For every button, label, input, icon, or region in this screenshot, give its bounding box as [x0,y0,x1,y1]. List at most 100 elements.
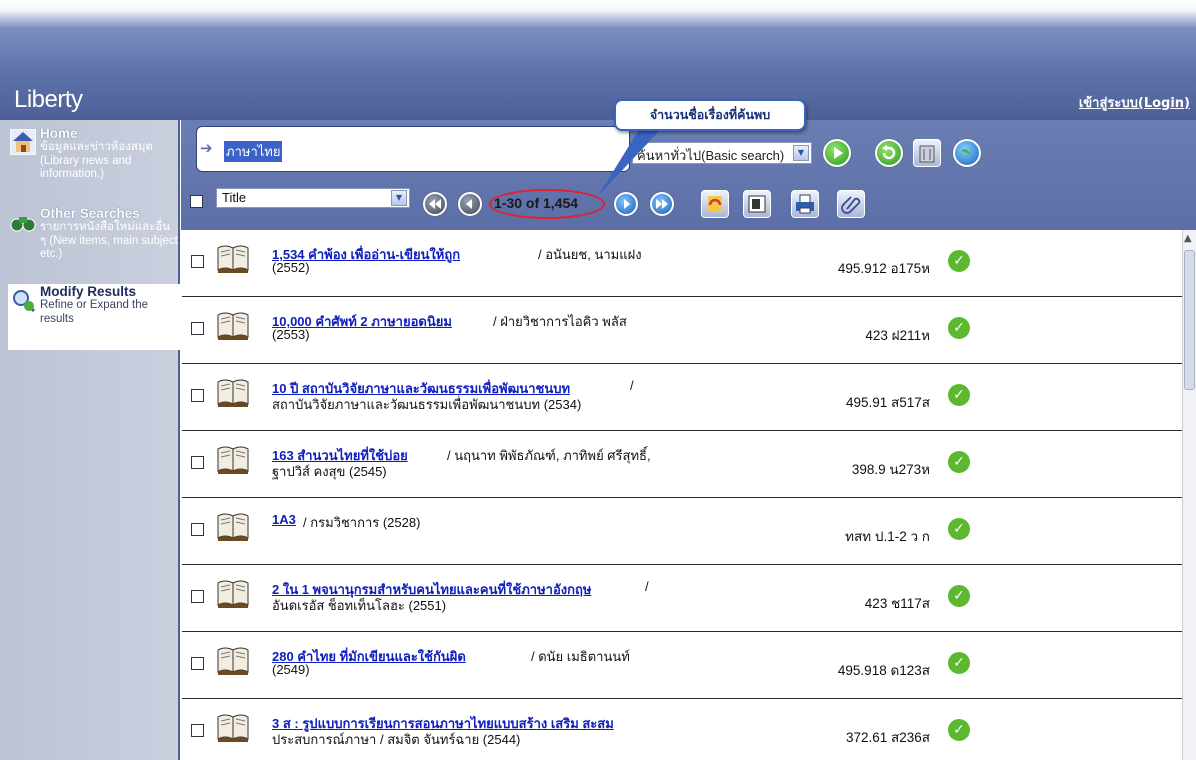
select-all-checkbox[interactable] [190,195,203,208]
result-row: 10,000 คำศัพท์ 2 ภาษายอดนิยม / ฝ่ายวิชากา… [182,297,1182,364]
check-icon[interactable]: ✓ [948,518,970,540]
result-checkbox[interactable] [191,255,204,268]
globe-icon [961,149,973,155]
next-page-button[interactable] [614,192,638,216]
result-author: / ดนัย เมธิตานนท์ [531,649,630,664]
search-type-select[interactable]: ค้นหาทั่วไป(Basic search) [632,142,812,164]
save-records-button[interactable] [701,190,729,218]
select-records-button[interactable] [743,190,771,218]
select-icon [748,195,766,213]
result-detail: (2553) [272,327,310,342]
result-title-link[interactable]: 1A3 [272,512,296,527]
sidebar-item-modify-results[interactable]: Modify Results Refine or Expand the resu… [8,284,180,350]
check-icon[interactable]: ✓ [948,585,970,607]
chevron-left-icon [466,199,472,209]
binoculars-icon [10,217,36,232]
check-icon[interactable]: ✓ [948,384,970,406]
result-row: 1A3 / กรมวิชาการ (2528) ทสท ป.1-2 ว ก ✓ [182,498,1182,565]
double-left-icon [429,199,441,209]
book-icon [217,513,249,541]
scroll-up-icon[interactable]: ▲ [1184,233,1192,244]
play-icon [834,147,843,159]
result-call-number: ทสท ป.1-2 ว ก [845,529,930,544]
sidebar-item-other-searches[interactable]: Other Searches รายการหนังสือใหม่และอื่น … [8,206,178,276]
callout-annotation: จำนวนชื่อเรื่องที่ค้นพบ [614,99,806,131]
result-row: 280 คำไทย ที่มักเขียนและใช้กันผิด / ดนัย … [182,632,1182,699]
sidebar-item-label: Home [40,126,78,141]
sidebar: Home ข้อมูลและข่าวห้องสมุด (Library news… [0,120,180,760]
result-checkbox[interactable] [191,389,204,402]
print-button[interactable] [791,190,819,218]
book-icon [217,312,249,340]
result-checkbox[interactable] [191,456,204,469]
field-select[interactable]: Title [216,188,410,208]
arrow-right-icon: ➔ [200,139,213,157]
result-author: / นฤนาท พิพัธภัณฑ์, ภาทิพย์ ศรีสุทธิ์, [447,448,651,463]
book-icon [217,446,249,474]
result-detail: สถาบันวิจัยภาษาและวัฒนธรรมเพื่อพัฒนาชนบท… [272,397,582,412]
search-go-button[interactable] [823,139,851,167]
app-header: Liberty เข้าสู่ระบบ(Login) [0,0,1196,120]
printer-icon [796,194,814,214]
result-row: 3 ส : รูปแบบการเรียนการสอนภาษาไทยแบบสร้า… [182,699,1182,760]
last-page-button[interactable] [650,192,674,216]
result-call-number: 495.91 ส517ส [845,395,930,410]
sidebar-item-desc: ข้อมูลและข่าวห้องสมุด (Library news and … [40,141,153,180]
double-right-icon [656,199,668,209]
clear-button[interactable] [913,139,941,167]
chevron-right-icon [624,199,630,209]
refresh-list-icon [708,196,722,212]
search-input-value: ภาษาไทย [224,141,283,162]
result-row: 1,534 คำพ้อง เพื่ออ่าน-เขียนให้ถูก / อนัน… [182,230,1182,297]
result-author: / [645,579,649,594]
home-icon [10,129,36,155]
result-author: / ฝ่ายวิชาการไอคิว พลัส [493,314,627,329]
result-author: / อนันยช, นามแฝง [538,247,642,262]
result-checkbox[interactable] [191,724,204,737]
prev-page-button[interactable] [458,192,482,216]
book-icon [217,245,249,273]
result-call-number: 423 ฝ211ห [865,328,930,343]
result-count: 1-30 of 1,454 [494,195,579,211]
check-icon[interactable]: ✓ [948,451,970,473]
result-detail: อันดเรอัส ช็อทเท็นโลฮะ (2551) [272,598,447,613]
check-icon[interactable]: ✓ [948,652,970,674]
check-icon[interactable]: ✓ [948,250,970,272]
sidebar-item-home[interactable]: Home ข้อมูลและข่าวห้องสมุด (Library news… [8,126,178,186]
results-list: 1,534 คำพ้อง เพื่ออ่าน-เขียนให้ถูก / อนัน… [182,230,1182,760]
check-icon[interactable]: ✓ [948,719,970,741]
book-icon [217,580,249,608]
attach-button[interactable] [837,190,865,218]
undo-icon [882,145,896,160]
book-icon [217,714,249,742]
result-detail: (2552) [272,260,310,275]
result-call-number: 372.61 ส236ส [845,730,930,745]
chevron-down-icon[interactable]: ▼ [793,145,809,161]
chevron-down-icon[interactable]: ▼ [391,190,407,206]
result-call-number: 398.9 น273ห [851,462,930,477]
book-icon [217,647,249,675]
book-icon [217,379,249,407]
result-author: / [630,378,634,393]
paperclip-icon [841,196,861,214]
sidebar-item-label: Modify Results [40,284,137,299]
result-detail: ประสบการณ์ภาษา / สมจิต จันทร์ฉาย (2544) [272,732,521,747]
result-row: 10 ปี สถาบันวิจัยภาษาและวัฒนธรรมเพื่อพัฒ… [182,364,1182,431]
result-checkbox[interactable] [191,322,204,335]
liberty-logo: Liberty [14,86,83,113]
result-checkbox[interactable] [191,523,204,536]
trash-icon [919,145,935,163]
result-call-number: 423 ช117ส [864,596,930,611]
globe-button[interactable] [953,139,981,167]
first-page-button[interactable] [423,192,447,216]
undo-button[interactable] [875,139,903,167]
check-icon[interactable]: ✓ [948,317,970,339]
result-detail: (2549) [272,662,310,677]
result-author: / กรมวิชาการ (2528) [303,515,421,530]
result-call-number: 495.912 อ175ห [837,261,930,276]
scroll-thumb[interactable] [1184,250,1195,390]
result-checkbox[interactable] [191,657,204,670]
login-link[interactable]: เข้าสู่ระบบ(Login) [1079,92,1190,113]
result-checkbox[interactable] [191,590,204,603]
sidebar-item-desc: รายการหนังสือใหม่และอื่น ๆ (New items, m… [40,221,178,260]
